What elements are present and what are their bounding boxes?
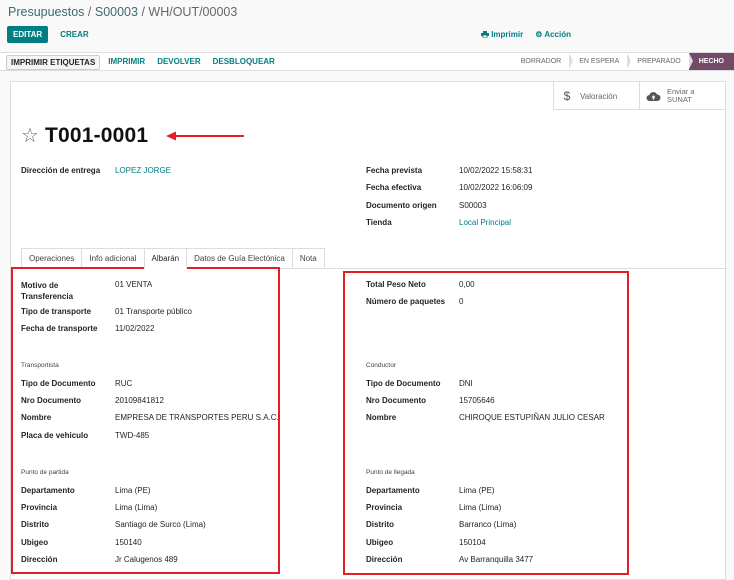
arrow-annotation-icon xyxy=(166,131,244,141)
scheduled-date-value: 10/02/2022 15:58:31 xyxy=(459,166,533,175)
left-highlight-box xyxy=(11,267,280,574)
effective-date-value: 10/02/2022 16:06:09 xyxy=(459,183,533,192)
return-button[interactable]: DEVOLVER xyxy=(153,55,204,70)
print-labels-button[interactable]: IMPRIMIR ETIQUETAS xyxy=(6,55,101,70)
status-steps: BORRADOR EN ESPERA PREPARADO HECHO xyxy=(510,53,734,70)
tab-nota[interactable]: Nota xyxy=(291,248,325,269)
effective-date-label: Fecha efectiva xyxy=(366,183,422,192)
breadcrumb-separator: / xyxy=(84,5,95,19)
send-sunat-label: Enviar a SUNAT xyxy=(667,88,695,104)
statusbar-buttons: IMPRIMIR ETIQUETAS IMPRIMIR DEVOLVER DES… xyxy=(6,55,279,70)
record-title-row: ☆ T001-0001 xyxy=(21,123,148,148)
step-preparado[interactable]: PREPARADO xyxy=(627,53,694,70)
right-highlight-box xyxy=(343,271,629,575)
unlock-button[interactable]: DESBLOQUEAR xyxy=(209,55,279,70)
action-label: Acción xyxy=(544,30,571,39)
send-sunat-button[interactable]: Enviar a SUNAT xyxy=(639,82,725,110)
scheduled-date-label: Fecha prevista xyxy=(366,166,423,175)
breadcrumb-separator: / xyxy=(137,5,149,19)
breadcrumb: Presupuestos / S00003 / WH/OUT/00003 xyxy=(8,5,237,19)
statusbar: IMPRIMIR ETIQUETAS IMPRIMIR DEVOLVER DES… xyxy=(0,52,734,71)
step-hecho[interactable]: HECHO xyxy=(688,53,734,70)
store-value[interactable]: Local Principal xyxy=(459,218,511,227)
delivery-address-value[interactable]: LOPEZ JORGE xyxy=(115,166,171,175)
action-dropdown[interactable]: ⚙ Acción xyxy=(535,30,571,39)
print-label: Imprimir xyxy=(491,30,524,39)
delivery-address-label: Dirección de entrega xyxy=(21,166,101,175)
tab-albaran[interactable]: Albarán xyxy=(143,248,188,269)
smart-buttons: $ Valoración Enviar a SUNAT xyxy=(553,82,725,110)
cloud-upload-icon xyxy=(646,91,661,101)
tab-operaciones[interactable]: Operaciones xyxy=(21,248,83,269)
step-borrador[interactable]: BORRADOR xyxy=(510,53,574,70)
edit-button[interactable]: EDITAR xyxy=(7,26,49,43)
notebook-tabs: Operaciones Info adicional Albarán Datos… xyxy=(21,248,325,269)
dollar-icon: $ xyxy=(563,89,571,103)
print-dropdown[interactable]: Imprimir xyxy=(480,30,524,39)
create-button[interactable]: CREAR xyxy=(54,26,94,43)
record-title: T001-0001 xyxy=(44,123,149,147)
print-button[interactable]: IMPRIMIR xyxy=(104,55,149,70)
tab-datos-guia[interactable]: Datos de Guía Electónica xyxy=(186,248,293,269)
send-sunat-line2: SUNAT xyxy=(667,95,692,104)
breadcrumb-presupuestos[interactable]: Presupuestos xyxy=(8,5,84,19)
gear-icon: ⚙ xyxy=(535,30,543,39)
valuation-label: Valoración xyxy=(580,91,618,101)
control-panel-actions: Imprimir ⚙ Acción xyxy=(480,30,571,39)
store-label: Tienda xyxy=(366,218,392,227)
step-en-espera[interactable]: EN ESPERA xyxy=(569,53,632,70)
valuation-button[interactable]: $ Valoración xyxy=(553,82,639,110)
print-icon xyxy=(480,31,489,39)
control-panel-buttons: EDITAR CREAR xyxy=(7,26,95,43)
breadcrumb-s00003[interactable]: S00003 xyxy=(95,5,138,19)
source-document-value: S00003 xyxy=(459,201,487,210)
star-icon[interactable]: ☆ xyxy=(21,123,39,148)
source-document-label: Documento origen xyxy=(366,201,437,210)
breadcrumb-current: WH/OUT/00003 xyxy=(148,5,238,19)
tab-info-adicional[interactable]: Info adicional xyxy=(81,248,145,269)
